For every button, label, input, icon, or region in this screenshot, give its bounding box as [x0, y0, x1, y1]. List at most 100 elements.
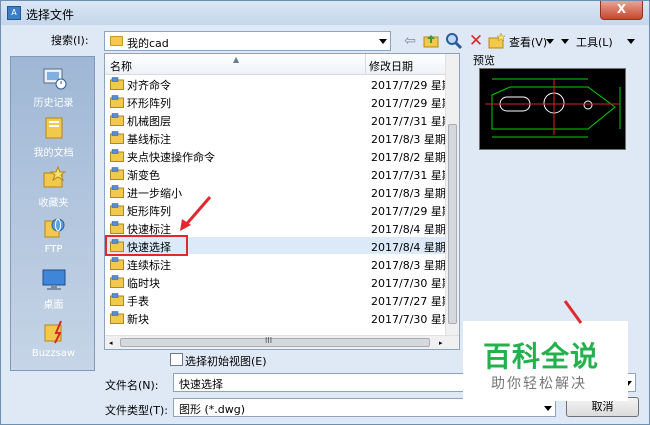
- search-folder-combo[interactable]: 我的cad: [104, 31, 391, 51]
- delete-icon[interactable]: ✕: [467, 32, 485, 50]
- file-name: 临时块: [127, 277, 160, 290]
- file-date: 2017/7/30 星期: [371, 277, 453, 290]
- watermark-title: 百科全说: [483, 340, 600, 373]
- preview-image: [479, 68, 626, 150]
- dwg-file-icon: [110, 293, 124, 306]
- dwg-file-icon: [110, 257, 124, 270]
- filename-label: 文件名(N):: [105, 379, 159, 392]
- buzzsaw-icon: [44, 320, 62, 344]
- place-label: Buzzsaw: [31, 348, 76, 359]
- places-bar: 历史记录 我的文档 收藏夹 FTP 桌面 Buzzsaw: [10, 56, 95, 371]
- file-dialog: A 选择文件 X 搜索(I): 我的cad ⇦ ✕ 查看(V) 工具(L) 历史…: [0, 0, 650, 425]
- column-name-header[interactable]: 名称: [110, 58, 132, 74]
- initial-view-checkbox[interactable]: [170, 353, 183, 366]
- ftp-icon: [44, 218, 64, 238]
- file-row[interactable]: 快速标注 2017/8/4 星期: [105, 219, 447, 236]
- file-date: 2017/7/29 星期: [371, 79, 453, 92]
- file-date: 2017/8/3 星期: [371, 187, 446, 200]
- list-header: 名称 ▲ 修改日期: [105, 54, 447, 75]
- file-name: 进一步缩小: [127, 187, 182, 200]
- app-icon: A: [7, 6, 21, 20]
- filename-value: 快速选择: [179, 378, 223, 391]
- file-name: 手表: [127, 295, 149, 308]
- file-date: 2017/7/27 星期: [371, 295, 453, 308]
- place-favorites[interactable]: 收藏夹: [11, 165, 96, 209]
- tools-dropdown-icon[interactable]: [561, 39, 569, 44]
- file-date: 2017/7/29 星期: [371, 205, 453, 218]
- horizontal-scrollbar[interactable]: ◂ III ▸: [105, 335, 459, 349]
- file-row[interactable]: 矩形阵列 2017/7/29 星期: [105, 201, 453, 218]
- initial-view-label: 选择初始视图(E): [185, 355, 267, 368]
- history-icon: [43, 68, 66, 90]
- place-label: 收藏夹: [38, 198, 69, 209]
- file-row[interactable]: 新块 2017/7/30 星期: [105, 309, 453, 326]
- dwg-file-icon: [110, 131, 124, 144]
- desktop-icon: [42, 269, 65, 290]
- file-row[interactable]: 连续标注 2017/8/3 星期: [105, 255, 447, 272]
- file-row[interactable]: 基线标注 2017/8/3 星期: [105, 129, 447, 146]
- tools-menu[interactable]: 工具(L): [576, 34, 613, 50]
- search-label: 搜索(I):: [51, 34, 89, 47]
- annotation-arrow: [180, 196, 212, 231]
- file-name: 新块: [127, 313, 149, 326]
- file-list[interactable]: 名称 ▲ 修改日期 对齐命令 2017/7/29 星期 环形阵列 2017/7/29 …: [104, 53, 460, 350]
- file-name: 基线标注: [127, 133, 171, 146]
- dwg-file-icon: [110, 311, 124, 324]
- horizontal-scroll-thumb[interactable]: [120, 338, 430, 347]
- file-date: 2017/7/31 星期: [371, 169, 453, 182]
- column-date-header[interactable]: 修改日期: [369, 58, 413, 74]
- place-buzzsaw[interactable]: Buzzsaw: [11, 319, 96, 359]
- file-name: 对齐命令: [127, 79, 171, 92]
- up-folder-icon[interactable]: [422, 32, 440, 50]
- dwg-file-icon: [110, 77, 124, 90]
- file-row[interactable]: 渐变色 2017/7/31 星期: [105, 165, 453, 182]
- scroll-left-icon[interactable]: ◂: [109, 339, 113, 347]
- file-date: 2017/8/4 星期: [371, 241, 446, 254]
- vertical-scroll-thumb[interactable]: [448, 124, 457, 324]
- scroll-right-icon[interactable]: ▸: [439, 339, 443, 347]
- scroll-grip: III: [265, 336, 273, 345]
- file-name: 矩形阵列: [127, 205, 171, 218]
- search-folder-value: 我的cad: [127, 37, 169, 50]
- file-row[interactable]: 夹点快速操作命令 2017/8/2 星期: [105, 147, 447, 164]
- close-button[interactable]: X: [600, 1, 643, 20]
- folder-icon: [110, 36, 123, 46]
- file-row[interactable]: 进一步缩小 2017/8/3 星期: [105, 183, 447, 200]
- place-history[interactable]: 历史记录: [11, 65, 96, 109]
- dwg-file-icon: [110, 167, 124, 180]
- dwg-file-icon: [110, 221, 124, 234]
- file-row[interactable]: 手表 2017/7/27 星期: [105, 291, 453, 308]
- back-icon[interactable]: ⇦: [401, 32, 419, 50]
- preview-label: 预览: [473, 54, 495, 67]
- selection-highlight-box: [105, 235, 188, 256]
- file-date: 2017/7/30 星期: [371, 313, 453, 326]
- watermark: 百科全说 助你轻松解决: [463, 321, 628, 401]
- file-name: 连续标注: [127, 259, 171, 272]
- file-row[interactable]: 临时块 2017/7/30 星期: [105, 273, 453, 290]
- file-date: 2017/7/29 星期: [371, 97, 453, 110]
- search-icon[interactable]: [445, 32, 463, 50]
- vertical-scrollbar[interactable]: [445, 54, 459, 337]
- view-dropdown-icon[interactable]: [546, 39, 554, 44]
- column-divider: [365, 54, 366, 74]
- chevron-down-icon: [379, 39, 387, 44]
- place-label: 我的文档: [33, 148, 74, 159]
- dwg-file-icon: [110, 185, 124, 198]
- sort-up-icon: ▲: [233, 55, 240, 64]
- file-row[interactable]: 环形阵列 2017/7/29 星期: [105, 93, 453, 110]
- title-bar: A 选择文件 X: [1, 1, 649, 25]
- tools-chevron-icon[interactable]: [627, 39, 635, 44]
- view-menu[interactable]: 查看(V): [509, 34, 547, 50]
- place-desktop[interactable]: 桌面: [11, 267, 96, 311]
- file-row[interactable]: 对齐命令 2017/7/29 星期: [105, 75, 453, 92]
- file-date: 2017/8/4 星期: [371, 223, 446, 236]
- file-row[interactable]: 机械图层 2017/7/31 星期: [105, 111, 453, 128]
- file-date: 2017/8/3 星期: [371, 133, 446, 146]
- place-ftp[interactable]: FTP: [11, 215, 96, 255]
- place-label: 桌面: [43, 300, 64, 311]
- place-my-documents[interactable]: 我的文档: [11, 115, 96, 159]
- new-folder-icon[interactable]: [488, 32, 506, 50]
- dwg-file-icon: [110, 203, 124, 216]
- my-documents-icon: [45, 117, 62, 139]
- file-row[interactable]: 快速选择 2017/8/4 星期: [105, 235, 447, 256]
